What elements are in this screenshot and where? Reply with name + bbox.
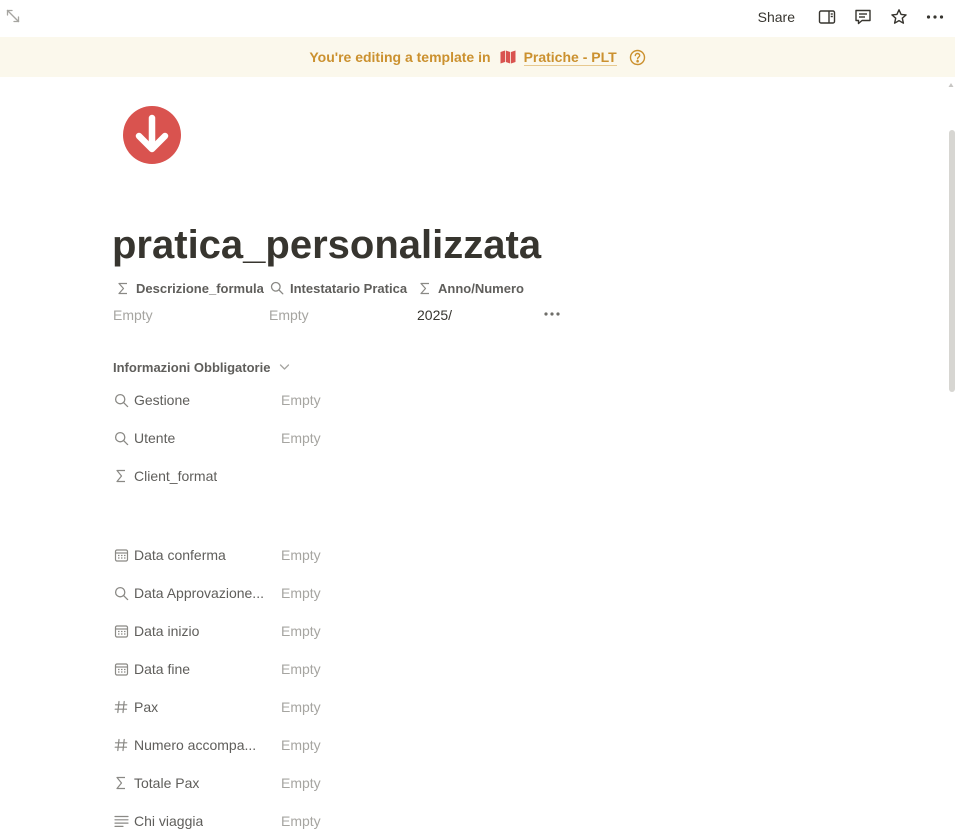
property-label: Client_format [134,468,218,484]
property-value[interactable]: Empty [281,387,321,413]
property-label: Gestione [134,392,191,408]
formula-icon [417,280,433,296]
share-button[interactable]: Share [750,9,803,25]
property-value[interactable]: Empty [281,580,321,606]
star-icon[interactable] [881,2,917,32]
sidebar-panel-icon[interactable] [809,2,845,32]
number-icon [113,699,129,715]
property-value[interactable]: Empty [281,808,321,834]
property-row-data-approvazione: Data Approvazione... Empty [113,580,443,606]
formula-icon [113,775,129,791]
property-row-numero-accompagnatori: Numero accompa... Empty [113,732,443,758]
section-toggle-informazioni-obbligatorie[interactable]: Informazioni Obbligatorie [113,358,292,376]
database-link[interactable]: Pratiche - PLT [523,49,617,66]
property-value[interactable]: Empty [281,656,321,682]
property-name[interactable]: Data inizio [113,618,268,644]
property-label: Numero accompa... [134,737,257,753]
property-row-chi-viaggia: Chi viaggia Empty [113,808,443,834]
property-label: Data conferma [134,547,226,563]
topbar: Share [0,0,955,34]
expand-icon[interactable] [5,8,21,24]
property-value[interactable]: Empty [281,618,321,644]
page-title[interactable]: pratica_personalizzata [112,220,541,270]
property-label: Intestatario Pratica [290,280,408,296]
property-value[interactable]: Empty [281,770,321,796]
property-name[interactable]: Pax [113,694,268,720]
search-icon [269,280,285,296]
property-name[interactable]: Data Approvazione... [113,580,268,606]
property-name[interactable]: Data conferma [113,542,268,568]
template-banner: You're editing a template in Pratiche - … [0,37,955,77]
arrow-down-circle-icon[interactable] [122,105,182,165]
property-label: Data inizio [134,623,200,639]
topbar-actions: Share [750,0,955,34]
property-header-anno-numero[interactable]: Anno/Numero [417,279,524,297]
property-row-gestione: Gestione Empty [113,387,443,413]
chevron-down-icon [276,359,292,375]
property-label: Utente [134,430,176,446]
calendar-icon [113,547,129,563]
formula-icon [113,468,129,484]
property-label: Totale Pax [134,775,200,791]
scroll-up-arrow-icon[interactable] [948,82,954,88]
property-row-data-inizio: Data inizio Empty [113,618,443,644]
property-name[interactable]: Totale Pax [113,770,268,796]
map-icon [500,50,516,64]
help-circle-icon[interactable] [629,49,646,66]
property-name[interactable]: Numero accompa... [113,732,268,758]
property-value[interactable]: Empty [281,425,321,451]
property-row-data-conferma: Data conferma Empty [113,542,443,568]
property-value[interactable]: Empty [281,542,321,568]
search-icon [113,585,129,601]
formula-icon [115,280,131,296]
calendar-icon [113,623,129,639]
search-icon [113,430,129,446]
property-value[interactable]: Empty [281,694,321,720]
property-row-data-fine: Data fine Empty [113,656,443,682]
number-icon [113,737,129,753]
property-value[interactable]: Empty [281,732,321,758]
more-properties-icon[interactable] [543,306,561,322]
property-row-totale-pax: Totale Pax Empty [113,770,443,796]
comment-icon[interactable] [845,2,881,32]
property-name[interactable]: Client_format [113,463,268,489]
property-row-client-format: Client_format [113,463,443,489]
property-row-utente: Utente Empty [113,425,443,451]
property-name[interactable]: Gestione [113,387,268,413]
property-label: Anno/Numero [438,280,524,296]
property-value-descrizione-formula[interactable]: Empty [113,306,153,324]
more-horizontal-icon[interactable] [917,2,953,32]
property-name[interactable]: Data fine [113,656,268,682]
property-name[interactable]: Chi viaggia [113,808,268,834]
property-value-intestatario-pratica[interactable]: Empty [269,306,309,324]
scrollbar-thumb[interactable] [949,130,955,392]
search-icon [113,392,129,408]
property-header-intestatario-pratica[interactable]: Intestatario Pratica [269,279,407,297]
text-lines-icon [113,813,129,829]
property-name[interactable]: Utente [113,425,268,451]
property-value-anno-numero[interactable]: 2025/ [417,306,452,324]
property-row-pax: Pax Empty [113,694,443,720]
property-label: Chi viaggia [134,813,204,829]
property-label: Data Approvazione... [134,585,264,601]
property-label: Descrizione_formula [136,280,264,296]
property-label: Data fine [134,661,191,677]
calendar-icon [113,661,129,677]
section-title: Informazioni Obbligatorie [113,359,271,375]
property-header-descrizione-formula[interactable]: Descrizione_formula [115,279,264,297]
banner-text: You're editing a template in [309,49,491,65]
property-label: Pax [134,699,159,715]
